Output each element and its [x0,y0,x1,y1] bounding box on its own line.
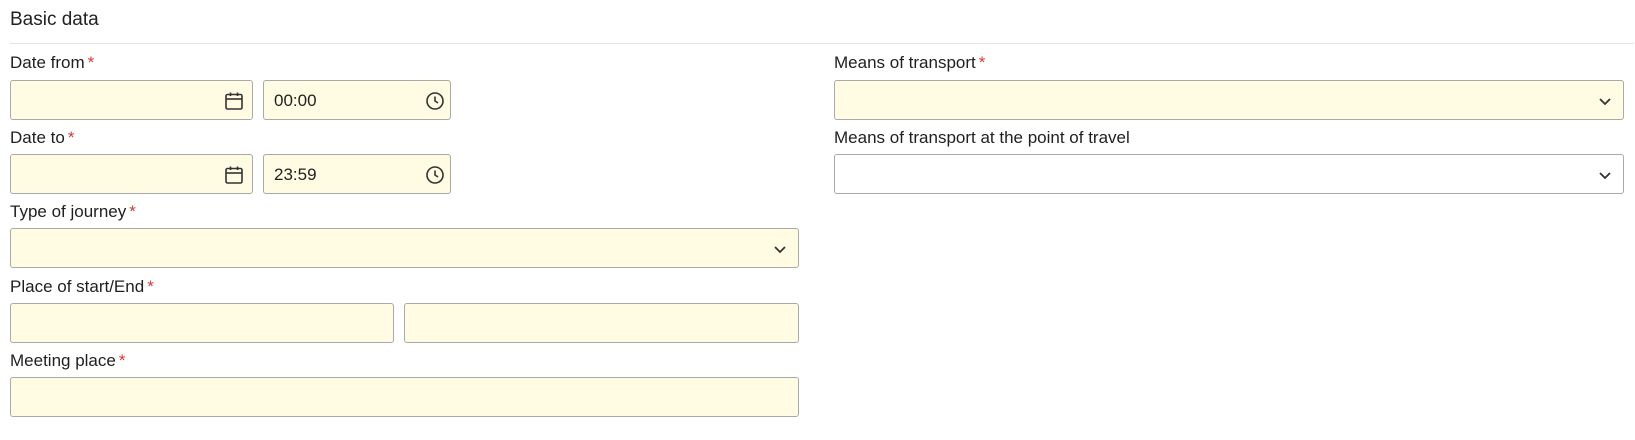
chevron-down-icon[interactable] [1596,166,1614,184]
date-to-time-input[interactable]: 23:59 [263,154,451,194]
place-start-input[interactable] [10,303,394,343]
type-of-journey-select[interactable] [10,228,799,268]
calendar-icon[interactable] [223,164,245,186]
place-end-input[interactable] [404,303,799,343]
place-start-end-label: Place of start/End * [10,276,154,298]
date-from-label-text: Date from [10,53,85,72]
means-of-transport-select[interactable] [834,80,1624,120]
date-to-date-input[interactable] [10,154,253,194]
chevron-down-icon[interactable] [771,240,789,258]
means-of-transport-label: Means of transport * [834,52,985,74]
section-divider [10,43,1634,44]
meeting-place-label-text: Meeting place [10,351,116,370]
date-from-time-value: 00:00 [274,91,317,110]
chevron-down-icon[interactable] [1596,92,1614,110]
place-start-end-label-text: Place of start/End [10,277,145,296]
required-mark: * [67,128,75,147]
type-of-journey-label: Type of journey * [10,201,136,223]
means-of-transport-point-label: Means of transport at the point of trave… [834,127,1130,149]
date-to-label: Date to * [10,127,74,149]
meeting-place-label: Meeting place * [10,350,125,372]
means-of-transport-point-select[interactable] [834,154,1624,194]
clock-icon[interactable] [424,90,446,112]
calendar-icon[interactable] [223,90,245,112]
date-to-time-value: 23:59 [274,165,317,184]
section-title: Basic data [10,9,99,30]
meeting-place-input[interactable] [10,377,799,417]
required-mark: * [118,351,126,370]
required-mark: * [87,53,95,72]
required-mark: * [129,202,136,221]
type-of-journey-label-text: Type of journey [10,202,127,221]
date-from-date-input[interactable] [10,80,253,120]
date-to-label-text: Date to [10,128,65,147]
required-mark: * [978,53,986,72]
required-mark: * [147,277,154,296]
date-from-label: Date from * [10,52,94,74]
means-of-transport-point-label-text: Means of transport at the point of trave… [834,128,1130,147]
clock-icon[interactable] [424,164,446,186]
means-of-transport-label-text: Means of transport [834,53,976,72]
date-from-time-input[interactable]: 00:00 [263,80,451,120]
